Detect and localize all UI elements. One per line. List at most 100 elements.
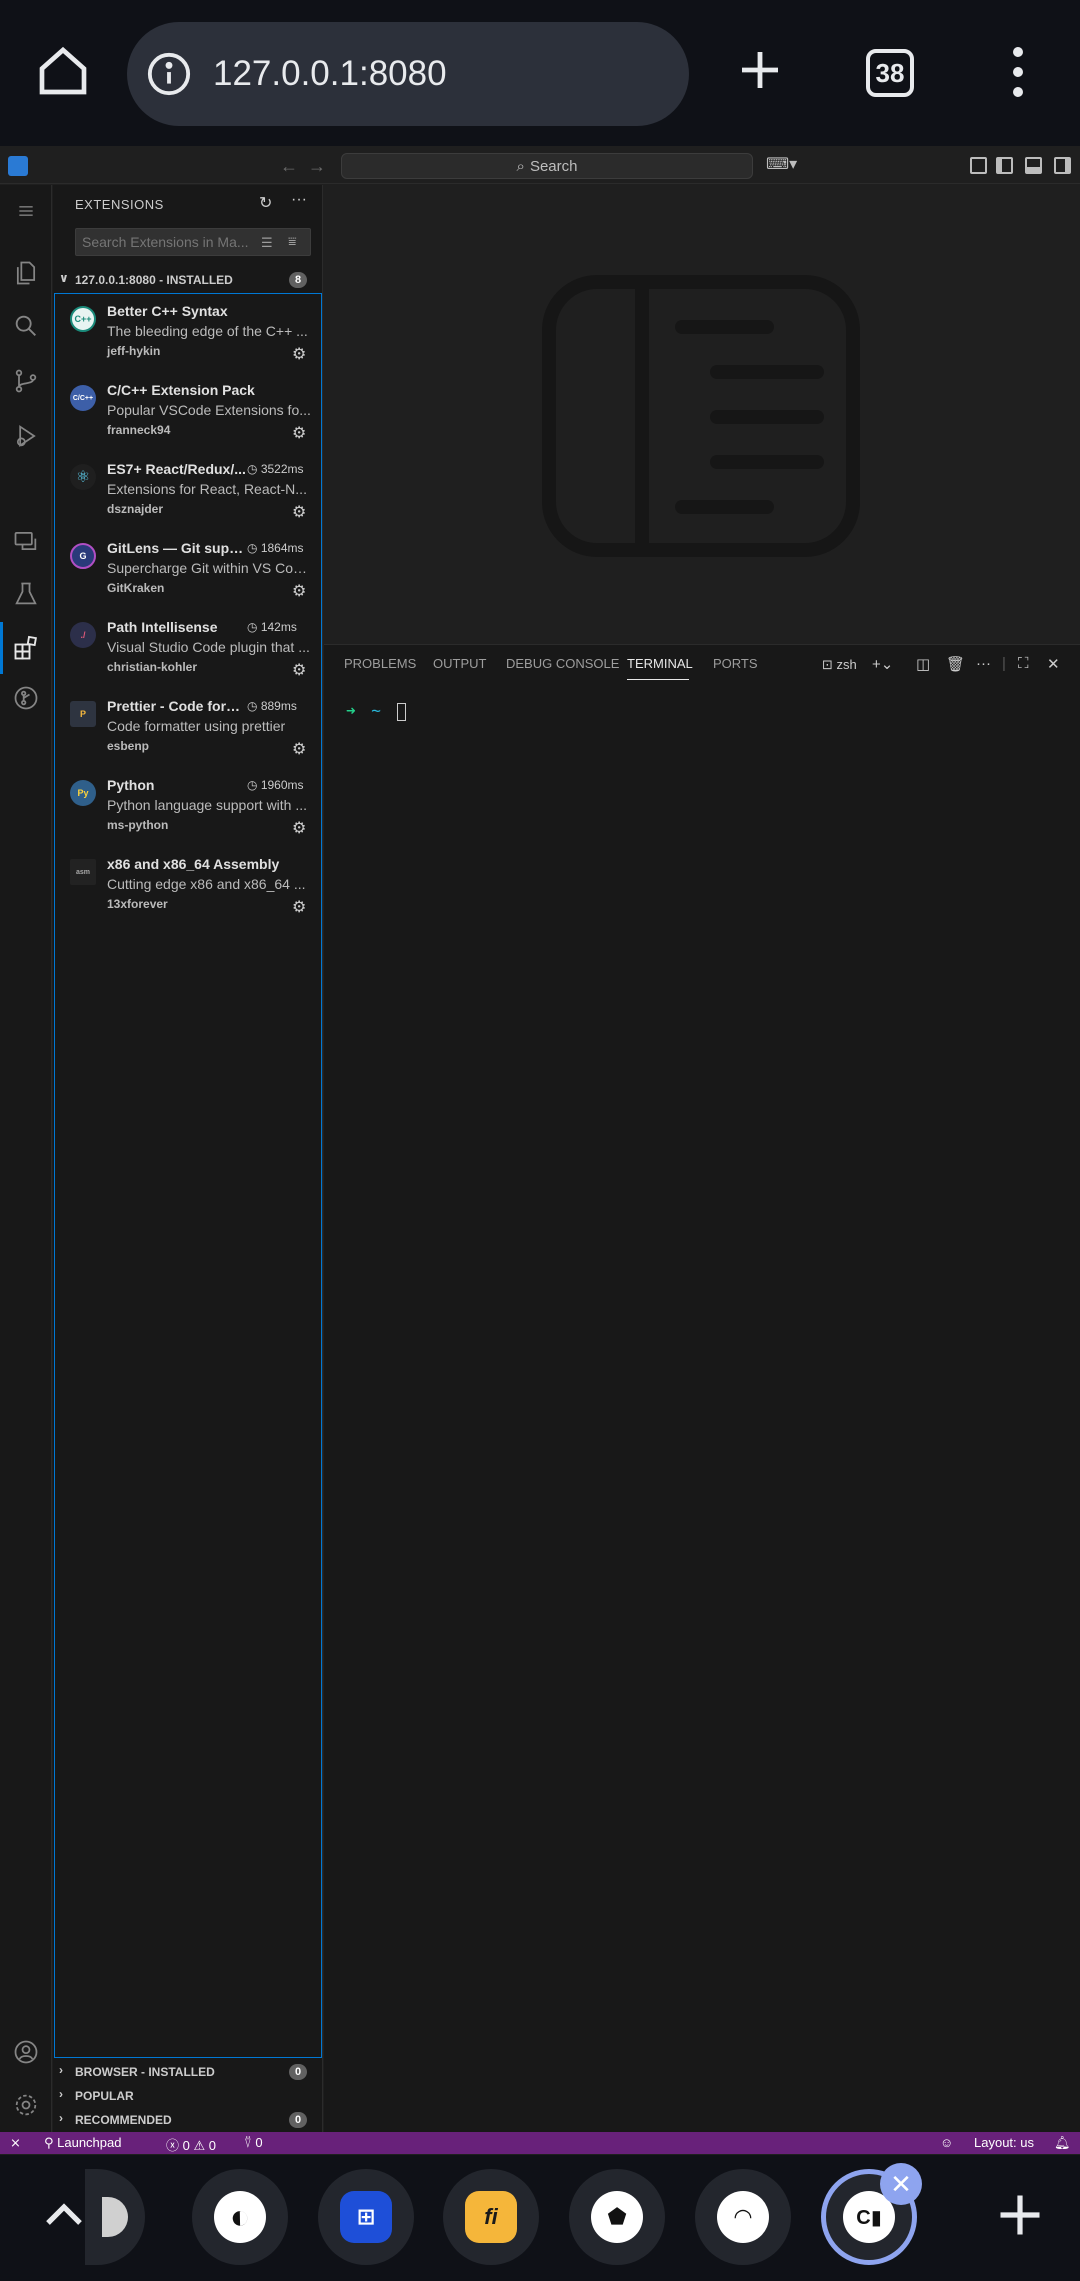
- python-icon: Py: [70, 780, 96, 806]
- add-app-icon[interactable]: [994, 2189, 1046, 2246]
- manage-gear-icon[interactable]: ⚙: [292, 423, 306, 443]
- installed-extensions-list: C++ Better C++ Syntax The bleeding edge …: [54, 293, 322, 2058]
- toggle-secondary-sidebar-icon[interactable]: [1054, 157, 1071, 174]
- maximize-panel-icon[interactable]: ⛶: [1018, 655, 1029, 672]
- search-icon: ⌕: [516, 157, 525, 175]
- split-terminal-icon[interactable]: ◫: [916, 655, 930, 673]
- tab-problems[interactable]: PROBLEMS: [344, 656, 416, 671]
- refresh-icon[interactable]: ↻: [259, 193, 272, 213]
- vscode-logo-icon[interactable]: [8, 156, 28, 176]
- dock-app-pentagon[interactable]: ⬟: [569, 2169, 665, 2265]
- remote-indicator-icon[interactable]: ⨯: [10, 2135, 21, 2151]
- active-indicator: [0, 622, 3, 674]
- forward-arrow-icon[interactable]: →: [308, 156, 326, 177]
- extension-publisher: jeff-hykin: [107, 344, 161, 358]
- terminal-shell-selector[interactable]: ⊡ zsh: [822, 657, 857, 673]
- extension-item[interactable]: C/C++ C/C++ Extension Pack Popular VSCod…: [55, 373, 321, 452]
- testing-icon[interactable]: [0, 568, 52, 620]
- manage-gear-icon[interactable]: ⚙: [292, 739, 306, 759]
- keyboard-layout[interactable]: Layout: us: [974, 2135, 1034, 2150]
- chevron-up-icon[interactable]: [40, 2191, 88, 2244]
- back-arrow-icon[interactable]: ←: [280, 156, 298, 177]
- copilot-icon[interactable]: ☺: [940, 2135, 953, 2150]
- extension-item[interactable]: G GitLens — Git super... ◷ 1864ms Superc…: [55, 531, 321, 610]
- tab-debug-console[interactable]: DEBUG CONSOLE: [506, 656, 619, 671]
- manage-gear-icon[interactable]: [0, 2079, 52, 2131]
- gitlens-icon[interactable]: [0, 672, 52, 724]
- chat-icon[interactable]: ⌨▾: [766, 154, 797, 174]
- installed-section-header[interactable]: ∨ 127.0.0.1:8080 - INSTALLED 8: [53, 269, 323, 291]
- problems-indicator[interactable]: ⓧ 0 ⚠ 0: [166, 2135, 216, 2154]
- extension-name: Better C++ Syntax: [107, 303, 228, 319]
- manage-gear-icon[interactable]: ⚙: [292, 344, 306, 364]
- browser-installed-section-header[interactable]: › BROWSER - INSTALLED 0: [53, 2061, 323, 2083]
- popular-section-header[interactable]: › POPULAR: [53, 2085, 323, 2107]
- extension-publisher: ms-python: [107, 818, 169, 832]
- extensions-search-input[interactable]: [75, 228, 311, 256]
- new-tab-button[interactable]: [728, 38, 792, 102]
- activity-bar: [0, 185, 52, 2132]
- extension-description: Cutting edge x86 and x86_64 ...: [107, 876, 306, 892]
- recommended-section-header[interactable]: › RECOMMENDED 0: [53, 2109, 323, 2131]
- asm-icon: asm: [70, 859, 96, 885]
- accounts-icon[interactable]: [0, 2026, 52, 2078]
- extension-item[interactable]: C++ Better C++ Syntax The bleeding edge …: [55, 294, 321, 373]
- gitlens-icon: G: [70, 543, 96, 569]
- new-terminal-icon[interactable]: +⌄: [872, 655, 893, 673]
- url-text[interactable]: 127.0.0.1:8080: [213, 54, 447, 94]
- toggle-primary-sidebar-icon[interactable]: [996, 157, 1013, 174]
- toggle-panel-icon[interactable]: [1025, 157, 1042, 174]
- activation-time: ◷ 1960ms: [247, 778, 304, 792]
- dock-app-globe[interactable]: ◐: [192, 2169, 288, 2265]
- terminal-prompt[interactable]: ➜ ~: [346, 701, 406, 721]
- tab-output[interactable]: OUTPUT: [433, 656, 486, 671]
- extension-item[interactable]: Py Python ◷ 1960ms Python language suppo…: [55, 768, 321, 847]
- home-button[interactable]: [30, 38, 96, 104]
- manage-gear-icon[interactable]: ⚙: [292, 581, 306, 601]
- menu-icon[interactable]: [0, 185, 52, 237]
- browser-menu-button[interactable]: [1000, 42, 1036, 102]
- extensions-icon[interactable]: [0, 622, 52, 674]
- dock-app-cast[interactable]: ◠: [695, 2169, 791, 2265]
- clear-filter-icon[interactable]: ☰: [261, 235, 273, 251]
- explorer-icon[interactable]: [0, 247, 52, 299]
- tab-switcher-button[interactable]: 38: [866, 49, 914, 97]
- more-actions-icon[interactable]: ···: [976, 655, 991, 672]
- close-bubble-icon[interactable]: ✕: [880, 2163, 922, 2205]
- kill-terminal-icon[interactable]: 🗑: [946, 655, 965, 673]
- remote-explorer-icon[interactable]: [0, 515, 52, 567]
- tab-terminal[interactable]: TERMINAL: [627, 656, 693, 671]
- more-actions-icon[interactable]: ···: [291, 191, 307, 209]
- notifications-bell-icon[interactable]: 🔔︎: [1054, 2135, 1071, 2151]
- extension-item[interactable]: P Prettier - Code form... ◷ 889ms Code f…: [55, 689, 321, 768]
- manage-gear-icon[interactable]: ⚙: [292, 897, 306, 917]
- source-control-icon[interactable]: [0, 355, 52, 407]
- dock-app-partial[interactable]: [85, 2169, 145, 2265]
- extension-description: Supercharge Git within VS Cod...: [107, 560, 312, 576]
- dock-app-blue[interactable]: ⊞: [318, 2169, 414, 2265]
- launchpad-item[interactable]: ⚲ Launchpad: [44, 2135, 121, 2151]
- run-debug-icon[interactable]: [0, 410, 52, 462]
- manage-gear-icon[interactable]: ⚙: [292, 502, 306, 522]
- site-info-icon[interactable]: [145, 50, 193, 98]
- extension-item[interactable]: ⚛ ES7+ React/Redux/... ◷ 3522ms Extensio…: [55, 452, 321, 531]
- manage-gear-icon[interactable]: ⚙: [292, 818, 306, 838]
- extension-item[interactable]: asm x86 and x86_64 Assembly Cutting edge…: [55, 847, 321, 926]
- editor-area[interactable]: [324, 185, 1080, 643]
- ports-indicator[interactable]: ⍢ 0: [244, 2135, 263, 2151]
- search-icon[interactable]: [0, 300, 52, 352]
- bottom-panel: PROBLEMS OUTPUT DEBUG CONSOLE TERMINAL P…: [324, 644, 1080, 2132]
- extension-item[interactable]: ./ Path Intellisense ◷ 142ms Visual Stud…: [55, 610, 321, 689]
- extension-description: Code formatter using prettier: [107, 718, 286, 734]
- prompt-arrow: ➜: [346, 701, 356, 720]
- filter-icon[interactable]: ⩸: [288, 233, 297, 250]
- dock-app-fi[interactable]: fi: [443, 2169, 539, 2265]
- activation-time: ◷ 889ms: [247, 699, 297, 713]
- close-panel-icon[interactable]: ✕: [1047, 655, 1060, 673]
- customize-layout-icon[interactable]: [970, 157, 987, 174]
- tab-ports[interactable]: PORTS: [713, 656, 758, 671]
- manage-gear-icon[interactable]: ⚙: [292, 660, 306, 680]
- address-bar[interactable]: 127.0.0.1:8080: [127, 22, 689, 126]
- extension-description: The bleeding edge of the C++ ...: [107, 323, 308, 339]
- command-center-search[interactable]: ⌕ Search: [341, 153, 753, 179]
